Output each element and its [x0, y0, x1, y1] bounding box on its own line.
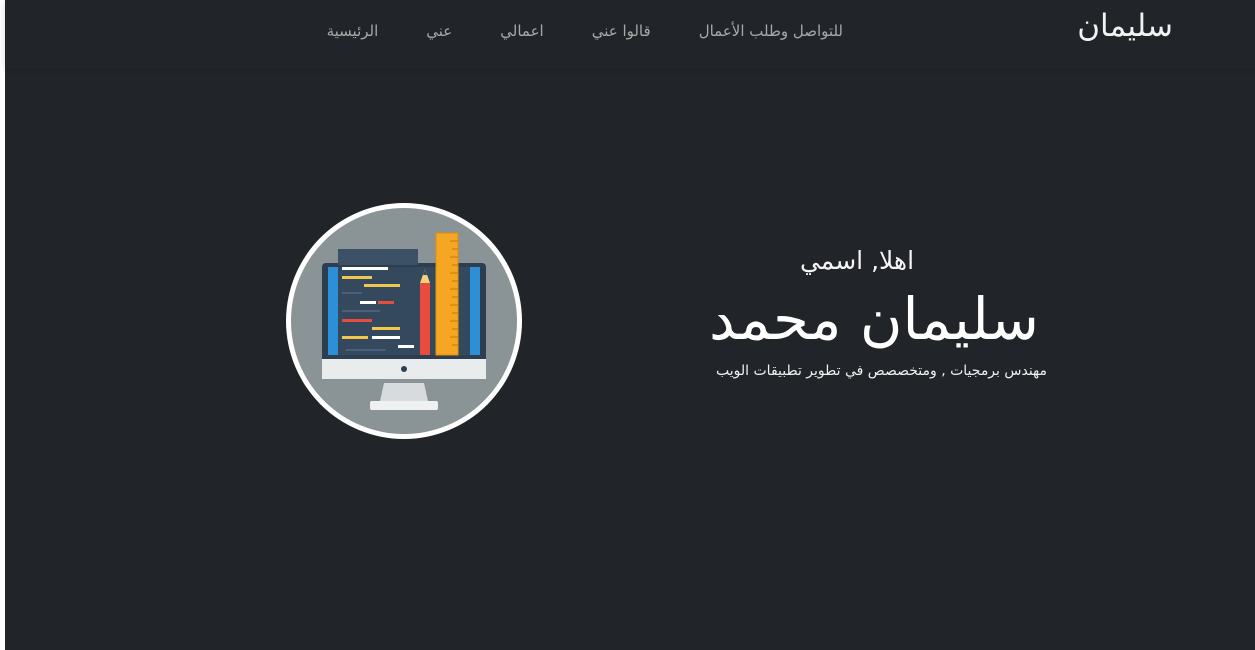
nav-link-testimonials[interactable]: قالوا عني — [592, 20, 651, 42]
nav-links: الرئيسية عني اعمالي قالوا عني للتواصل وط… — [327, 20, 843, 42]
nav-link-about[interactable]: عني — [426, 20, 452, 42]
hero-illustration — [286, 203, 522, 439]
nav-link-home[interactable]: الرئيسية — [327, 20, 379, 42]
hero-name: سليمان محمد — [708, 285, 1039, 353]
hero-subtitle: مهندس برمجيات , ومتخصصص في تطوير تطبيقات… — [716, 363, 1047, 379]
nav-link-contact[interactable]: للتواصل وطلب الأعمال — [699, 20, 843, 42]
brand-logo[interactable]: سليمان — [1077, 6, 1173, 46]
navbar: سليمان الرئيسية عني اعمالي قالوا عني للت… — [5, 0, 1255, 67]
hero-text: اهلا, اسمي سليمان محمد مهندس برمجيات , و… — [627, 240, 1047, 384]
hero-greeting: اهلا, اسمي — [799, 246, 915, 275]
nav-link-portfolio[interactable]: اعمالي — [500, 20, 543, 42]
computer-code-illustration-icon — [291, 208, 517, 434]
page: سليمان الرئيسية عني اعمالي قالوا عني للت… — [5, 0, 1255, 650]
